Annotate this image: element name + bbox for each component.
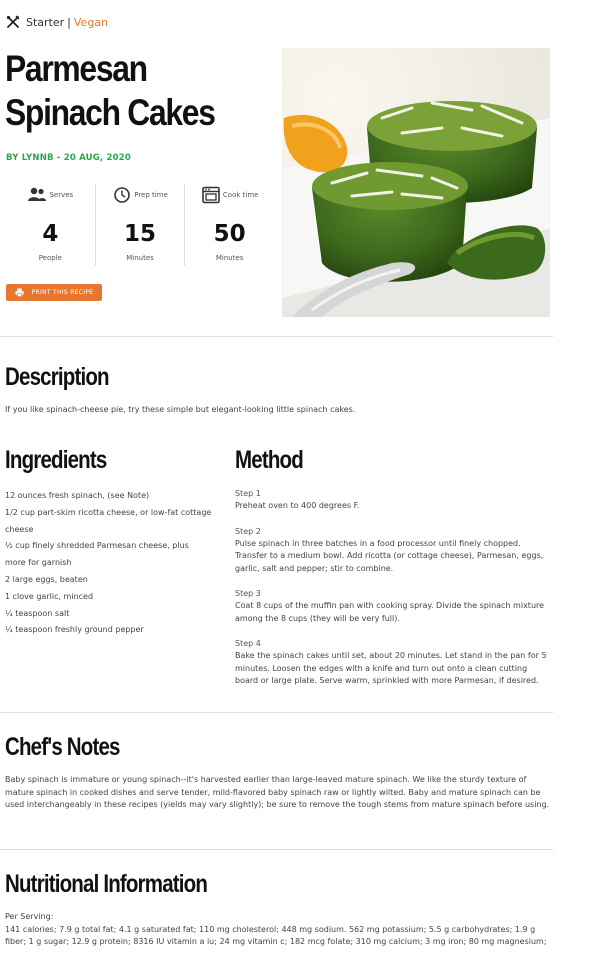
recipe-byline: BY LYNNB - 20 AUG, 2020	[6, 153, 131, 163]
breadcrumb-separator: |	[67, 15, 71, 29]
description-heading: Description	[5, 363, 110, 391]
description-text: If you like spinach-cheese pie, try thes…	[5, 405, 356, 414]
method-heading: Method	[235, 446, 304, 474]
utensils-icon	[6, 15, 20, 28]
oven-icon	[202, 186, 220, 204]
serving-label: Per Serving:	[5, 912, 54, 921]
divider	[0, 712, 553, 713]
method-step: Step 4 Bake the spinach cakes until set,…	[235, 638, 551, 688]
print-button-label: PRINT THIS RECIPE	[31, 289, 94, 296]
step-label: Step 2	[235, 526, 261, 536]
print-recipe-button[interactable]: PRINT THIS RECIPE	[6, 284, 102, 301]
notes-text: Baby spinach is immature or young spinac…	[5, 775, 550, 809]
method-step: Step 2 Pulse spinach in three batches in…	[235, 526, 551, 576]
stat-cook-time: Cook time 50 Minutes	[184, 184, 274, 266]
list-item: ½ cup finely shredded Parmesan cheese, p…	[5, 541, 189, 551]
stat-value: 4	[42, 221, 59, 247]
stat-unit: People	[38, 254, 62, 262]
breadcrumb: Starter | Vegan	[6, 14, 108, 30]
step-text: Bake the spinach cakes until set, about …	[235, 651, 547, 685]
stat-value: 50	[213, 221, 246, 247]
stat-label: Prep time	[134, 191, 168, 199]
breadcrumb-diet[interactable]: Vegan	[74, 16, 108, 29]
list-item: 2 large eggs, beaten	[5, 574, 88, 584]
recipe-photo	[282, 48, 550, 317]
list-item: 12 ounces fresh spinach, (see Note)	[5, 491, 150, 500]
step-text: Pulse spinach in three batches in a food…	[235, 538, 544, 573]
stat-value: 15	[124, 221, 157, 247]
stat-unit: Minutes	[126, 254, 154, 262]
notes-heading: Chef's Notes	[5, 733, 120, 761]
list-item: 1/2 cup part-skim ricotta cheese, or low…	[5, 507, 212, 517]
recipe-stats: Serves 4 People Prep time 15 Minutes Coo…	[6, 184, 274, 266]
list-item: 1 clove garlic, minced	[5, 591, 94, 601]
printer-icon	[15, 288, 24, 297]
nutrition-text: 141 calories; 7.9 g total fat; 4.1 g sat…	[5, 924, 547, 947]
people-icon	[28, 187, 47, 201]
list-item: ¼ teaspoon freshly ground pepper	[5, 625, 144, 635]
step-text: Preheat oven to 400 degrees F.	[235, 501, 360, 510]
list-item: more for garnish	[5, 558, 72, 568]
nutrition-heading: Nutritional Information	[5, 870, 208, 898]
recipe-title: Parmesan Spinach Cakes	[5, 48, 216, 133]
nutrition-info: Per Serving: 141 calories; 7.9 g total f…	[5, 911, 555, 949]
step-label: Step 3	[235, 589, 261, 598]
divider	[0, 336, 553, 337]
stat-serves: Serves 4 People	[6, 184, 95, 266]
method-step: Step 3 Coat 8 cups of the muffin pan wit…	[235, 588, 551, 625]
ingredients-heading: Ingredients	[5, 446, 107, 474]
list-item: ¼ teaspoon salt	[5, 608, 70, 618]
stat-label: Cook time	[222, 191, 259, 199]
list-item: cheese	[5, 524, 34, 534]
ingredients-list: 12 ounces fresh spinach, (see Note) 1/2 …	[5, 488, 225, 639]
divider	[0, 849, 553, 850]
stat-prep-time: Prep time 15 Minutes	[94, 184, 185, 266]
step-label: Step 4	[235, 639, 261, 648]
method-steps: Step 1 Preheat oven to 400 degrees F. St…	[235, 488, 551, 701]
step-text: Coat 8 cups of the muffin pan with cooki…	[235, 601, 545, 623]
clock-icon	[114, 187, 130, 203]
stat-unit: Minutes	[215, 254, 244, 262]
breadcrumb-category[interactable]: Starter	[26, 16, 64, 29]
stat-label: Serves	[49, 191, 74, 199]
method-step: Step 1 Preheat oven to 400 degrees F.	[235, 488, 551, 513]
step-label: Step 1	[235, 489, 261, 498]
